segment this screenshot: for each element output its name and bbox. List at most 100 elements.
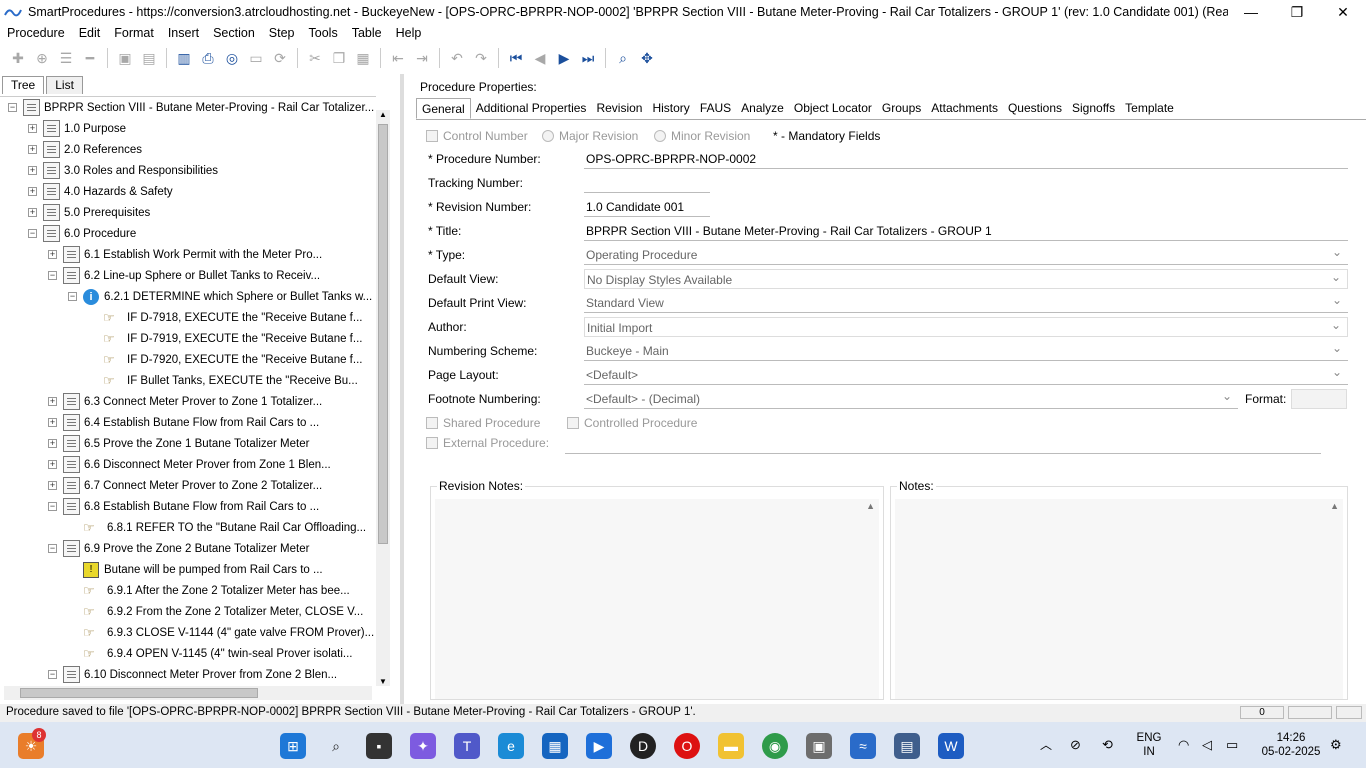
- move-icon[interactable]: ✥: [636, 47, 658, 69]
- tab-general[interactable]: General: [416, 98, 471, 119]
- menu-help[interactable]: Help: [389, 26, 429, 40]
- tray-network-icon[interactable]: ⊘: [1070, 738, 1081, 752]
- collapse-icon[interactable]: −: [48, 544, 57, 553]
- power-automate-icon[interactable]: ▶: [586, 733, 612, 759]
- pane-splitter[interactable]: [400, 74, 404, 704]
- tree-node[interactable]: − 6.8 Establish Butane Flow from Rail Car…: [48, 496, 319, 517]
- file-explorer-icon[interactable]: ▬: [718, 733, 744, 759]
- copy-icon[interactable]: ❐: [328, 47, 350, 69]
- next-icon[interactable]: ▶: [553, 47, 575, 69]
- title-field[interactable]: BPRPR Section VIII - Butane Meter-Provin…: [584, 221, 1348, 241]
- format-field[interactable]: [1291, 389, 1347, 409]
- remove-icon[interactable]: ━: [79, 47, 101, 69]
- notes-area[interactable]: [895, 499, 1343, 699]
- smartprocedures-taskbar-icon[interactable]: ≈: [850, 733, 876, 759]
- expand-icon[interactable]: +: [48, 250, 57, 259]
- previous-icon[interactable]: ◀: [529, 47, 551, 69]
- notifications-icon[interactable]: ⚙: [1330, 738, 1342, 752]
- edge-icon[interactable]: e: [498, 733, 524, 759]
- tree-node[interactable]: ☞ IF Bullet Tanks, EXECUTE the "Receive B…: [88, 370, 358, 391]
- tree-node[interactable]: − i 6.2.1 DETERMINE which Sphere or Bullet…: [68, 286, 372, 307]
- expand-icon[interactable]: +: [28, 124, 37, 133]
- menu-step[interactable]: Step: [262, 26, 302, 40]
- tree-node[interactable]: ☞ IF D-7918, EXECUTE the "Receive Butane …: [88, 307, 362, 328]
- battery-icon[interactable]: ▭: [1226, 738, 1238, 752]
- menu-tools[interactable]: Tools: [302, 26, 345, 40]
- control-number-checkbox[interactable]: Control Number: [426, 129, 528, 143]
- tab-faus[interactable]: FAUS: [695, 98, 736, 119]
- expand-icon[interactable]: +: [48, 418, 57, 427]
- add-icon[interactable]: ✚: [7, 47, 29, 69]
- tab-list[interactable]: List: [46, 76, 83, 94]
- tree-node[interactable]: +6.3 Connect Meter Prover to Zone 1 Tota…: [48, 391, 322, 412]
- tree-node[interactable]: ☞ 6.9.1 After the Zone 2 Totalizer Meter …: [68, 580, 350, 601]
- collapse-icon[interactable]: −: [8, 103, 17, 112]
- list-icon[interactable]: ☰: [55, 47, 77, 69]
- search-icon[interactable]: ⌕: [323, 733, 349, 759]
- horizontal-scroll-thumb[interactable]: [20, 688, 258, 698]
- add-child-icon[interactable]: ⊕: [31, 47, 53, 69]
- tray-sync-icon[interactable]: ⟲: [1102, 738, 1113, 752]
- tree-node[interactable]: +3.0 Roles and Responsibilities: [28, 160, 218, 181]
- word-icon[interactable]: W: [938, 733, 964, 759]
- minimize-button[interactable]: —: [1228, 4, 1274, 20]
- chrome-icon[interactable]: ◉: [762, 733, 788, 759]
- page-layout-select[interactable]: <Default>: [584, 365, 1348, 385]
- language-indicator[interactable]: ENG IN: [1134, 731, 1164, 759]
- tray-chevron-icon[interactable]: ︿: [1040, 738, 1052, 752]
- shared-procedure-checkbox[interactable]: Shared Procedure: [426, 416, 540, 430]
- tree-node[interactable]: +5.0 Prerequisites: [28, 202, 150, 223]
- tree-horizontal-scrollbar[interactable]: [4, 686, 372, 700]
- collapse-icon[interactable]: −: [48, 502, 57, 511]
- volume-icon[interactable]: ◁: [1202, 738, 1212, 752]
- print-icon[interactable]: ⎙: [197, 47, 219, 69]
- menu-format[interactable]: Format: [107, 26, 161, 40]
- restore-button[interactable]: ❐: [1274, 4, 1320, 21]
- spell-icon[interactable]: ◎: [221, 47, 243, 69]
- clock[interactable]: 14:26 05-02-2025: [1256, 731, 1326, 759]
- expand-icon[interactable]: +: [28, 166, 37, 175]
- collapse-icon[interactable]: −: [48, 670, 57, 679]
- menu-procedure[interactable]: Procedure: [0, 26, 72, 40]
- menu-section[interactable]: Section: [206, 26, 262, 40]
- tree-node[interactable]: +6.7 Connect Meter Prover to Zone 2 Tota…: [48, 475, 322, 496]
- wifi-icon[interactable]: ◠: [1178, 738, 1189, 752]
- redo-icon[interactable]: ↷: [470, 47, 492, 69]
- start-icon[interactable]: ⊞: [280, 733, 306, 759]
- procedure-number-field[interactable]: OPS-OPRC-BPRPR-NOP-0002: [584, 149, 1348, 169]
- tab-groups[interactable]: Groups: [877, 98, 926, 119]
- tree-node[interactable]: +1.0 Purpose: [28, 118, 126, 139]
- dell-icon[interactable]: D: [630, 733, 656, 759]
- copilot-icon[interactable]: ✦: [410, 733, 436, 759]
- tree-node[interactable]: +6.5 Prove the Zone 1 Butane Totalizer M…: [48, 433, 309, 454]
- tracking-number-field[interactable]: [584, 173, 710, 193]
- tab-signoffs[interactable]: Signoffs: [1067, 98, 1120, 119]
- menu-edit[interactable]: Edit: [72, 26, 108, 40]
- tree-node[interactable]: ! Butane will be pumped from Rail Cars to…: [68, 559, 323, 580]
- expand-icon[interactable]: +: [48, 481, 57, 490]
- collapse-icon[interactable]: −: [28, 229, 37, 238]
- tree-node[interactable]: − BPRPR Section VIII - Butane Meter-Provi…: [8, 97, 374, 118]
- controlled-procedure-checkbox[interactable]: Controlled Procedure: [567, 416, 697, 430]
- tab-revision[interactable]: Revision: [591, 98, 647, 119]
- tab-template[interactable]: Template: [1120, 98, 1179, 119]
- indent-icon[interactable]: ⇥: [411, 47, 433, 69]
- menu-table[interactable]: Table: [345, 26, 389, 40]
- tree-node[interactable]: − 6.0 Procedure: [28, 223, 136, 244]
- tree-node[interactable]: +6.6 Disconnect Meter Prover from Zone 1…: [48, 454, 331, 475]
- author-select[interactable]: Initial Import: [584, 317, 1348, 337]
- tab-attachments[interactable]: Attachments: [926, 98, 1003, 119]
- tree-node[interactable]: − 6.10 Disconnect Meter Prover from Zone …: [48, 664, 337, 685]
- tab-object-locator[interactable]: Object Locator: [789, 98, 877, 119]
- tab-analyze[interactable]: Analyze: [736, 98, 789, 119]
- tree-node[interactable]: +4.0 Hazards & Safety: [28, 181, 173, 202]
- collapse-icon[interactable]: −: [48, 271, 57, 280]
- remote-desktop-icon[interactable]: ▤: [894, 733, 920, 759]
- vertical-scroll-thumb[interactable]: [378, 124, 388, 544]
- tree-node[interactable]: +6.4 Establish Butane Flow from Rail Car…: [48, 412, 319, 433]
- expand-icon[interactable]: +: [48, 439, 57, 448]
- expand-icon[interactable]: +: [48, 460, 57, 469]
- tree-node[interactable]: ☞ 6.9.2 From the Zone 2 Totalizer Meter, …: [68, 601, 363, 622]
- cut-icon[interactable]: ✂: [304, 47, 326, 69]
- notes-scroll-up-icon[interactable]: ▲: [1330, 501, 1339, 511]
